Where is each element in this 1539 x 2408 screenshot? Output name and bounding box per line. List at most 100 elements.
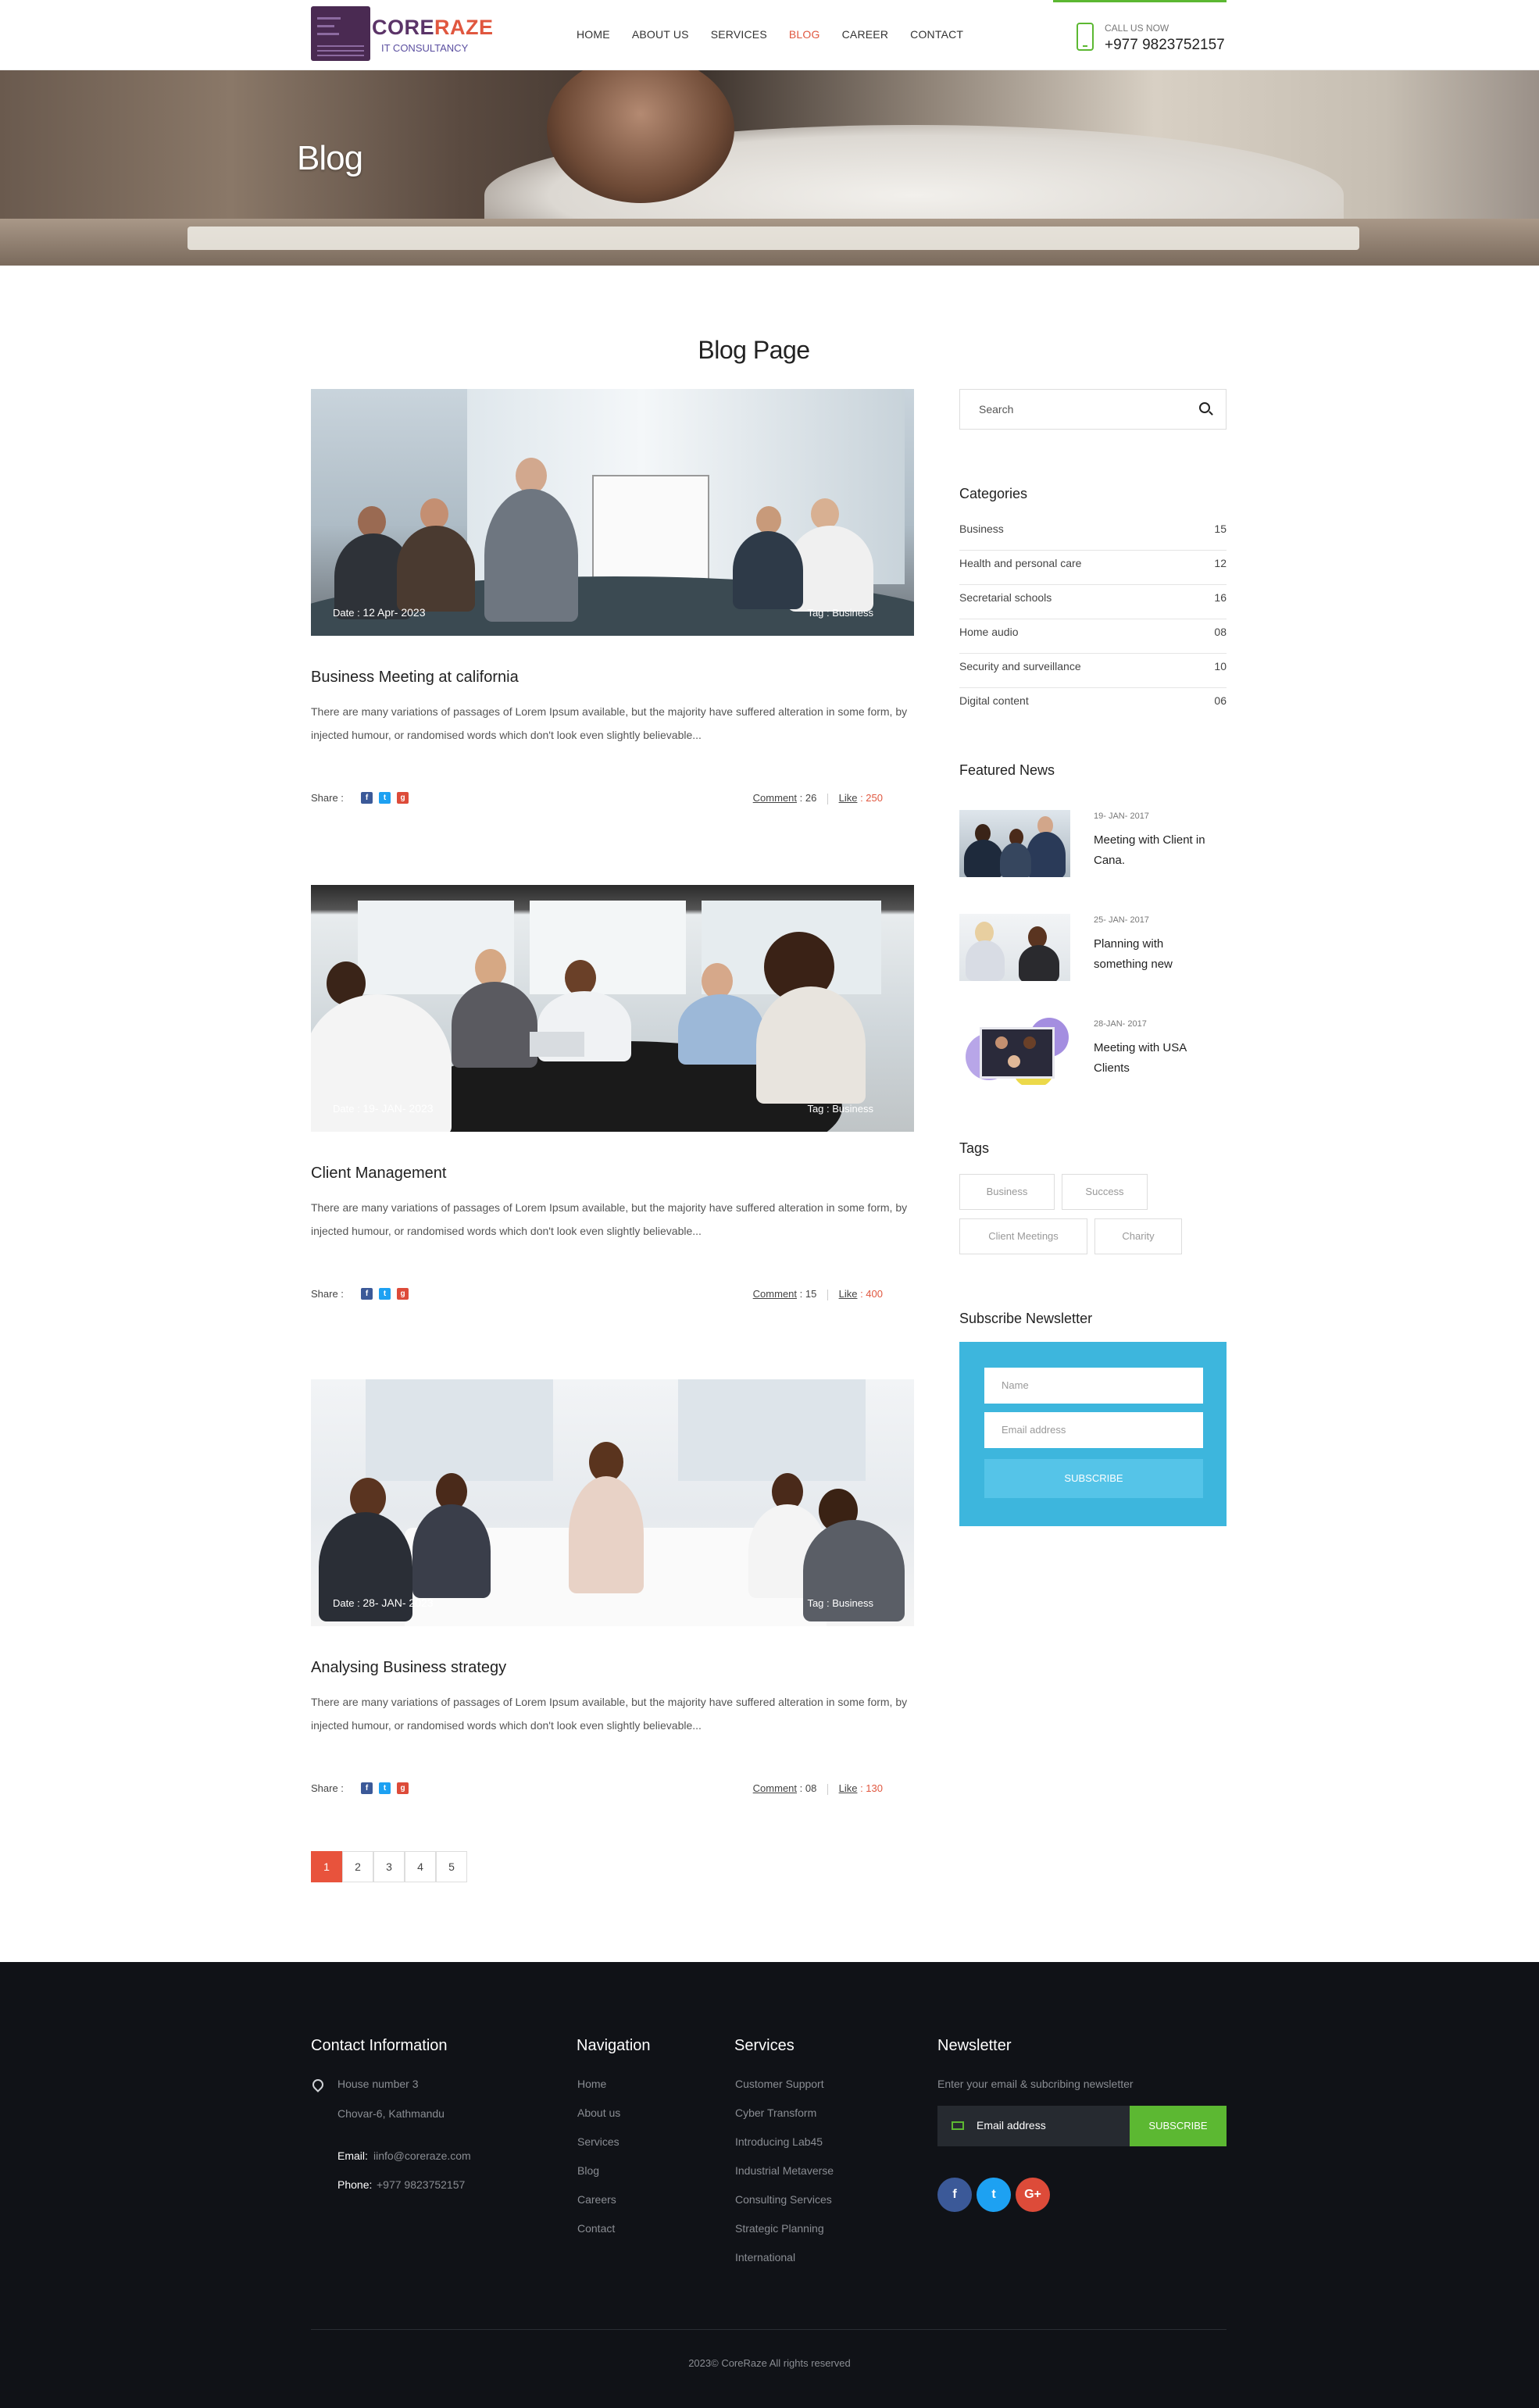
category-item[interactable]: Home audio 08 — [959, 619, 1227, 654]
page-5[interactable]: 5 — [436, 1851, 467, 1882]
featured-title-text: Meeting with Client in Cana. — [1094, 833, 1205, 867]
post-excerpt: There are many variations of passages of… — [311, 705, 908, 741]
facebook-icon[interactable]: f — [361, 1288, 373, 1300]
page-3[interactable]: 3 — [373, 1851, 405, 1882]
main-nav: HOME ABOUT US SERVICES BLOG CAREER CONTA… — [577, 28, 985, 41]
newsletter-form: Name Email address SUBSCRIBE — [959, 1342, 1227, 1526]
featured-title: Featured News — [959, 762, 1055, 778]
category-item[interactable]: Business 15 — [959, 516, 1227, 551]
footer-service-item[interactable]: Industrial Metaverse — [735, 2164, 834, 2177]
footer-service-item[interactable]: Consulting Services — [735, 2193, 832, 2206]
nav-services[interactable]: SERVICES — [711, 28, 767, 41]
footer-phone[interactable]: +977 9823752157 — [377, 2178, 465, 2191]
footer-nav-careers[interactable]: Careers — [577, 2193, 616, 2206]
footer-nav-services[interactable]: Services — [577, 2135, 620, 2148]
page-1[interactable]: 1 — [311, 1851, 342, 1882]
category-item[interactable]: Health and personal care 12 — [959, 551, 1227, 585]
like-link[interactable]: Like — [839, 1782, 858, 1794]
twitter-icon[interactable]: t — [379, 1288, 391, 1300]
nav-blog[interactable]: BLOG — [789, 28, 820, 41]
footer-service-item[interactable]: Customer Support — [735, 2078, 824, 2090]
post-tag[interactable]: Tag : Business — [807, 1103, 873, 1115]
facebook-icon[interactable]: f — [361, 1782, 373, 1794]
newsletter-title: Subscribe Newsletter — [959, 1311, 1093, 1326]
tags-title: Tags — [959, 1140, 990, 1156]
share-label: Share : — [311, 1288, 344, 1300]
subscribe-button[interactable]: SUBSCRIBE — [984, 1459, 1203, 1498]
footer-nav-contact[interactable]: Contact — [577, 2222, 615, 2235]
footer-contact-title: Contact Information — [311, 2037, 448, 2054]
blog-post: Date : 28- JAN- 2023 Tag : Business Anal… — [311, 1379, 914, 1798]
twitter-icon[interactable]: t — [379, 792, 391, 804]
post-footer: Share : f t g Comment : 26 Like : 250 — [311, 792, 914, 808]
comment-link[interactable]: Comment — [753, 792, 797, 804]
google-plus-icon[interactable]: g — [397, 792, 409, 804]
footer-email[interactable]: iinfo@coreraze.com — [373, 2149, 471, 2162]
featured-thumb — [959, 1018, 1070, 1085]
footer-service-item[interactable]: Strategic Planning — [735, 2222, 824, 2235]
google-plus-icon[interactable]: g — [397, 1782, 409, 1794]
comment-link[interactable]: Comment — [753, 1782, 797, 1794]
post-excerpt: There are many variations of passages of… — [311, 1201, 908, 1237]
like-link[interactable]: Like — [839, 1288, 858, 1300]
location-pin-icon — [310, 2077, 326, 2092]
comment-link[interactable]: Comment — [753, 1288, 797, 1300]
logo-brand-core: CORE — [372, 16, 435, 39]
google-plus-icon[interactable]: G+ — [1016, 2178, 1050, 2212]
post-title[interactable]: Business Meeting at california — [311, 669, 914, 689]
featured-date: 19- JAN- 2017 — [1094, 812, 1149, 821]
footer-nav-home[interactable]: Home — [577, 2078, 606, 2090]
post-image[interactable]: Date : 12 Apr- 2023 Tag : Business — [311, 389, 914, 636]
page-2[interactable]: 2 — [342, 1851, 373, 1882]
google-plus-icon[interactable]: g — [397, 1288, 409, 1300]
post-tag[interactable]: Tag : Business — [807, 1597, 873, 1609]
twitter-icon[interactable]: t — [977, 2178, 1011, 2212]
footer-phone-label: Phone: — [337, 2178, 373, 2191]
tag-success[interactable]: Success — [1062, 1174, 1148, 1210]
facebook-icon[interactable]: f — [937, 2178, 972, 2212]
page-4[interactable]: 4 — [405, 1851, 436, 1882]
search-icon[interactable] — [1199, 402, 1210, 413]
nav-career[interactable]: CAREER — [842, 28, 889, 41]
post-title[interactable]: Client Management — [311, 1165, 914, 1185]
twitter-icon[interactable]: t — [379, 1782, 391, 1794]
featured-item[interactable]: 28-JAN- 2017 Meeting with USA Clients — [959, 1018, 1227, 1122]
category-item[interactable]: Security and surveillance 10 — [959, 654, 1227, 688]
email-field[interactable]: Email address — [984, 1412, 1203, 1448]
footer-service-item[interactable]: Introducing Lab45 — [735, 2135, 823, 2148]
featured-title-text: Planning with something new — [1094, 937, 1173, 971]
like-count: : 400 — [860, 1288, 883, 1300]
category-item[interactable]: Secretarial schools 16 — [959, 585, 1227, 619]
post-image[interactable]: Date : 28- JAN- 2023 Tag : Business — [311, 1379, 914, 1626]
nav-about[interactable]: ABOUT US — [632, 28, 689, 41]
footer-address2: Chovar-6, Kathmandu — [337, 2107, 445, 2120]
footer-subscribe-button[interactable]: SUBSCRIBE — [1130, 2106, 1227, 2146]
post-tag[interactable]: Tag : Business — [807, 607, 873, 619]
post-footer: Share : f t g Comment : 15 Like : 400 — [311, 1288, 914, 1304]
newsletter-widget: Subscribe Newsletter — [959, 1311, 1227, 1327]
footer-nav-blog[interactable]: Blog — [577, 2164, 599, 2177]
featured-item[interactable]: 25- JAN- 2017 Planning with something ne… — [959, 914, 1227, 1018]
post-title[interactable]: Analysing Business strategy — [311, 1659, 914, 1679]
featured-item[interactable]: 19- JAN- 2017 Meeting with Client in Can… — [959, 810, 1227, 914]
tag-business[interactable]: Business — [959, 1174, 1055, 1210]
nav-home[interactable]: HOME — [577, 28, 610, 41]
post-date: Date : 12 Apr- 2023 — [333, 606, 426, 619]
like-link[interactable]: Like — [839, 792, 858, 804]
footer-nav-about[interactable]: About us — [577, 2107, 620, 2119]
call-box[interactable]: CALL US NOW +977 9823752157 — [1053, 0, 1227, 70]
footer-service-item[interactable]: Cyber Transform — [735, 2107, 816, 2119]
tag-charity[interactable]: Charity — [1094, 1218, 1182, 1254]
footer-email-input[interactable]: Email address SUBSCRIBE — [937, 2106, 1227, 2146]
post-image[interactable]: Date : 19- JAN- 2023 Tag : Business — [311, 885, 914, 1132]
facebook-icon[interactable]: f — [361, 792, 373, 804]
name-field[interactable]: Name — [984, 1368, 1203, 1404]
nav-contact[interactable]: CONTACT — [910, 28, 963, 41]
categories-title: Categories — [959, 486, 1028, 501]
post-footer: Share : f t g Comment : 08 Like : 130 — [311, 1782, 914, 1798]
footer-service-item[interactable]: International — [735, 2251, 795, 2264]
tag-client-meetings[interactable]: Client Meetings — [959, 1218, 1087, 1254]
search-input[interactable]: Search — [959, 389, 1227, 430]
category-item[interactable]: Digital content 06 — [959, 688, 1227, 722]
logo[interactable]: CORERAZE IT CONSULTANCY — [311, 6, 493, 62]
